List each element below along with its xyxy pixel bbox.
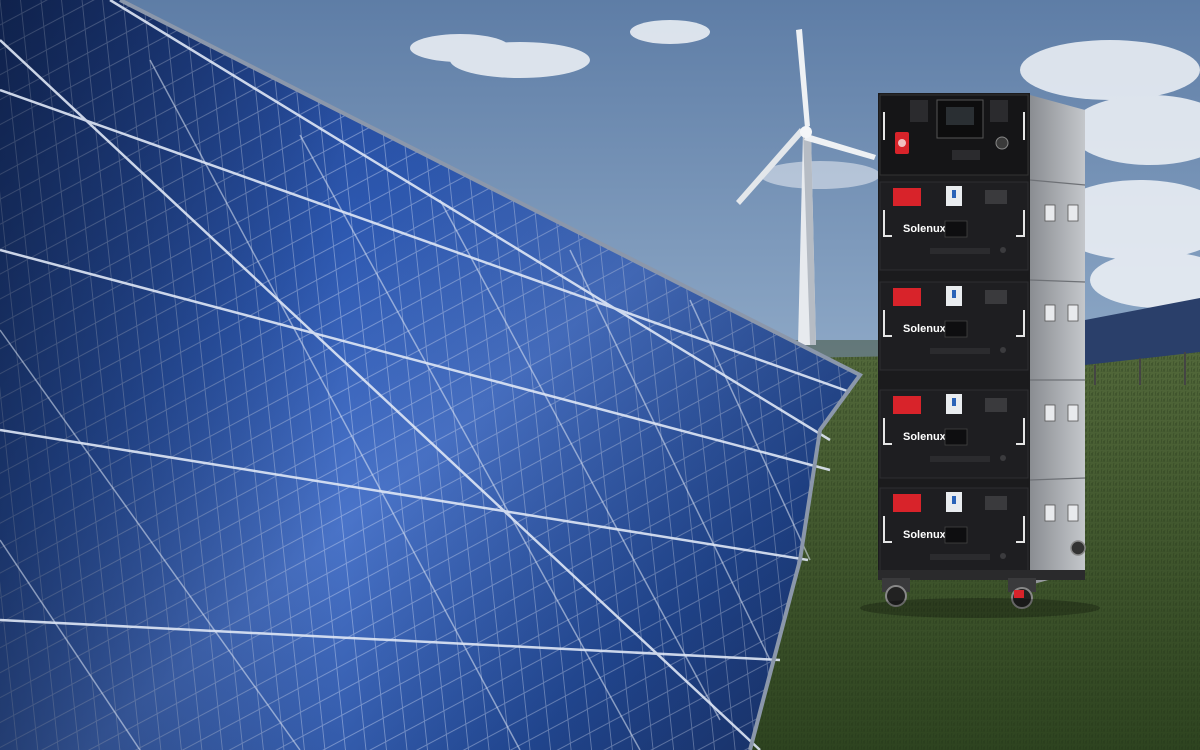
brand-logo: Solenux — [903, 529, 947, 541]
control-unit — [879, 94, 1029, 176]
battery-module: Solenux — [879, 281, 1029, 371]
battery-rack: Solenux Solenux Solenux Solenux — [860, 93, 1100, 618]
brand-logo: Solenux — [903, 223, 947, 235]
solar-battery-scene: Solenux Solenux Solenux Solenux — [0, 0, 1200, 750]
battery-module: Solenux — [879, 181, 1029, 271]
battery-module: Solenux — [879, 487, 1029, 577]
brand-logo: Solenux — [903, 431, 947, 443]
brand-logo: Solenux — [903, 323, 947, 335]
battery-module: Solenux — [879, 389, 1029, 479]
